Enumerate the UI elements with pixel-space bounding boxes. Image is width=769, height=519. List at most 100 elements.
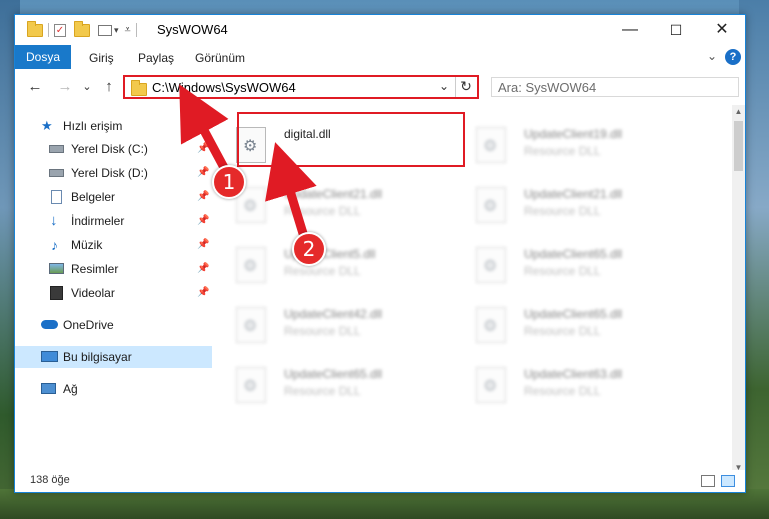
dll-file-icon	[236, 307, 266, 343]
file-name: UpdateClient21.dll	[284, 187, 383, 201]
large-icons-view-icon[interactable]	[721, 475, 735, 487]
file-type: Resource DLL	[284, 264, 361, 278]
videos-icon	[50, 286, 63, 300]
address-bar[interactable]: C:\Windows\SysWOW64 ⌄ ↻	[123, 75, 479, 99]
file-explorer-window: ✓ ▾ ⩡ SysWOW64 — ☐ ✕ Dosya Giriş Paylaş …	[14, 14, 746, 493]
drive-icon	[49, 145, 64, 153]
details-view-icon[interactable]	[701, 475, 715, 487]
music-icon: ♪	[51, 237, 58, 253]
toolbar-separator	[135, 23, 137, 37]
file-item[interactable]: UpdateClient63.dll Resource DLL	[452, 365, 662, 415]
file-item[interactable]: UpdateClient65.dll Resource DLL	[452, 245, 662, 295]
new-folder-icon[interactable]	[74, 20, 90, 37]
sidebar-item-label: Ağ	[63, 382, 78, 396]
status-bar: 138 öğe	[15, 470, 745, 492]
computer-icon	[41, 351, 58, 362]
sidebar-item-label: Hızlı erişim	[63, 119, 123, 133]
sidebar-item-downloads[interactable]: ↓ İndirmeler 📌	[15, 210, 212, 232]
forward-button[interactable]: →	[55, 77, 75, 97]
sidebar-item-label: Videolar	[71, 286, 115, 300]
pin-icon[interactable]: 📌	[197, 258, 209, 280]
help-icon[interactable]: ?	[725, 49, 741, 65]
file-type: Resource DLL	[284, 324, 361, 338]
vertical-scrollbar[interactable]: ▲ ▼	[732, 105, 745, 475]
sidebar-item-videos[interactable]: Videolar 📌	[15, 282, 212, 304]
star-icon: ★	[41, 118, 53, 133]
pin-icon[interactable]: 📌	[197, 138, 209, 160]
chevron-down-icon[interactable]: ▾	[114, 25, 119, 36]
pin-icon[interactable]: 📌	[197, 162, 209, 184]
sidebar-item-label: OneDrive	[63, 318, 114, 332]
back-button[interactable]: ←	[25, 77, 45, 97]
sidebar-item-pictures[interactable]: Resimler 📌	[15, 258, 212, 280]
pictures-icon	[49, 263, 64, 274]
file-type: Resource DLL	[284, 204, 361, 218]
file-name: UpdateClient63.dll	[524, 367, 623, 381]
tab-share[interactable]: Paylaş	[138, 49, 174, 67]
sidebar-item-disk-d[interactable]: Yerel Disk (D:) 📌	[15, 162, 212, 184]
customize-toolbar-icon[interactable]: ⩡	[125, 24, 131, 37]
address-path[interactable]: C:\Windows\SysWOW64	[152, 80, 296, 95]
search-placeholder: Ara: SysWOW64	[498, 80, 597, 95]
tab-view[interactable]: Görünüm	[195, 49, 245, 67]
dll-file-icon	[236, 247, 266, 283]
documents-icon	[51, 190, 62, 204]
file-item[interactable]: UpdateClient21.dll Resource DLL	[452, 185, 662, 235]
file-item[interactable]: UpdateClient19.dll Resource DLL	[452, 125, 662, 175]
sidebar-item-label: Bu bilgisayar	[63, 350, 132, 364]
file-name: UpdateClient65.dll	[524, 247, 623, 261]
address-dropdown-icon[interactable]: ⌄	[439, 79, 449, 93]
file-highlight-box	[237, 112, 465, 167]
refresh-button[interactable]: ↻	[457, 78, 475, 95]
up-button[interactable]: ↑	[99, 77, 119, 97]
dll-file-icon	[476, 307, 506, 343]
sidebar-item-music[interactable]: ♪ Müzik 📌	[15, 234, 212, 256]
file-type: Resource DLL	[524, 144, 601, 158]
close-button[interactable]: ✕	[699, 15, 745, 45]
title-bar: ✓ ▾ ⩡ SysWOW64 — ☐ ✕	[15, 15, 745, 45]
maximize-button[interactable]: ☐	[653, 15, 699, 45]
file-item[interactable]: UpdateClient42.dll Resource DLL	[212, 305, 422, 355]
search-input[interactable]: Ara: SysWOW64	[491, 77, 739, 97]
sidebar-item-label: Müzik	[71, 238, 103, 252]
file-item[interactable]: UpdateClient65.dll Resource DLL	[452, 305, 662, 355]
file-item[interactable]: UpdateClient21.dll Resource DLL	[212, 185, 422, 235]
sidebar-item-label: Yerel Disk (D:)	[71, 166, 148, 180]
file-type: Resource DLL	[524, 324, 601, 338]
sidebar-item-onedrive[interactable]: OneDrive	[15, 314, 212, 336]
file-name: UpdateClient21.dll	[524, 187, 623, 201]
navigation-bar: ← → ⌄ ↑ C:\Windows\SysWOW64 ⌄ ↻ Ara: Sys…	[15, 69, 745, 105]
dll-file-icon	[236, 367, 266, 403]
tab-file[interactable]: Dosya	[15, 45, 72, 69]
scroll-up-icon[interactable]: ▲	[732, 105, 745, 119]
network-icon	[41, 383, 56, 394]
toolbar-separator	[48, 23, 49, 37]
drive-icon	[49, 169, 64, 177]
properties-icon[interactable]: ✓	[54, 23, 66, 37]
scrollbar-thumb[interactable]	[734, 121, 743, 171]
dll-file-icon	[476, 127, 506, 163]
ribbon-collapse-icon[interactable]: ⌄	[707, 49, 717, 63]
file-name: UpdateClient19.dll	[524, 127, 623, 141]
recent-locations-button[interactable]: ⌄	[77, 77, 97, 97]
pin-icon[interactable]: 📌	[197, 186, 209, 208]
rename-icon[interactable]	[98, 24, 112, 36]
minimize-button[interactable]: —	[607, 15, 653, 45]
file-name: UpdateClient65.dll	[524, 307, 623, 321]
sidebar-item-this-pc[interactable]: Bu bilgisayar	[15, 346, 212, 368]
quick-access-toolbar: ✓ ▾ ⩡	[27, 20, 142, 39]
sidebar-item-network[interactable]: Ağ	[15, 378, 212, 400]
sidebar-item-quick-access[interactable]: ★ Hızlı erişim	[15, 115, 212, 137]
step-2-badge: 2	[292, 232, 326, 266]
sidebar-item-label: Belgeler	[71, 190, 116, 204]
pin-icon[interactable]: 📌	[197, 210, 209, 232]
tab-home[interactable]: Giriş	[89, 49, 114, 67]
pin-icon[interactable]: 📌	[197, 282, 209, 304]
sidebar-item-disk-c[interactable]: Yerel Disk (C:) 📌	[15, 138, 212, 160]
desktop-wallpaper-bottom	[0, 489, 769, 519]
file-type: Resource DLL	[284, 384, 361, 398]
file-item[interactable]: UpdateClient65.dll Resource DLL	[212, 365, 422, 415]
pin-icon[interactable]: 📌	[197, 234, 209, 256]
sidebar-item-documents[interactable]: Belgeler 📌	[15, 186, 212, 208]
download-icon: ↓	[50, 212, 58, 229]
